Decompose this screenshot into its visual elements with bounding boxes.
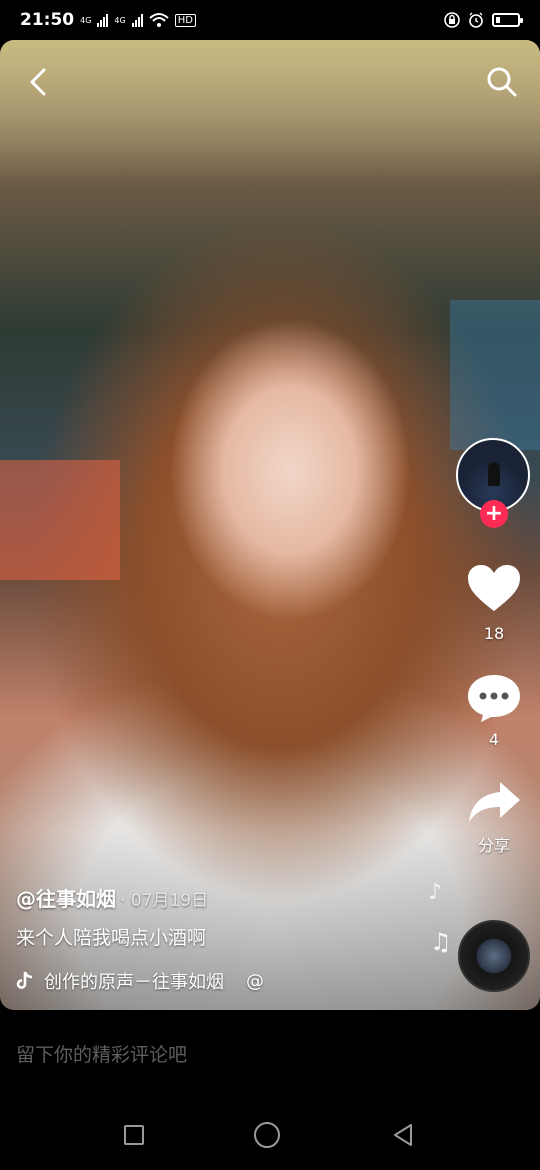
signal-icon-1 (97, 13, 109, 27)
follow-button[interactable]: + (480, 500, 508, 528)
caption-text: 来个人陪我喝点小酒啊 (16, 927, 207, 949)
video-player[interactable]: + 18 4 分享 @往事如烟 · 07月19日 来个人陪我喝点小酒啊 创作的原… (0, 40, 540, 1010)
status-time: 21:50 (20, 10, 75, 30)
music-note-icon: ♪ (428, 880, 443, 905)
alarm-icon (469, 12, 483, 28)
recents-button[interactable] (124, 1125, 144, 1145)
video-background-table (0, 460, 120, 580)
back-arrow-icon[interactable] (20, 62, 60, 102)
home-button[interactable] (254, 1122, 280, 1148)
video-background-window (450, 300, 540, 450)
hd-badge: HD (174, 13, 196, 27)
music-disc[interactable] (458, 920, 530, 992)
system-nav-bar (0, 1100, 540, 1170)
net-type-1: 4G (80, 15, 92, 25)
music-title[interactable]: 创作的原声－往事如烟 (44, 968, 224, 994)
comment-input[interactable]: 留下你的精彩评论吧 (16, 1040, 187, 1067)
share-label[interactable]: 分享 (464, 832, 524, 856)
like-count: 18 (483, 624, 505, 643)
status-right (444, 12, 523, 28)
music-line[interactable]: 创作的原声－往事如烟 @ (16, 968, 264, 994)
author-name[interactable]: @往事如烟 (16, 883, 116, 912)
music-note-icon-2: ♫ (430, 928, 452, 956)
search-icon[interactable] (482, 62, 522, 102)
post-date: · 07月19日 (120, 891, 209, 911)
video-background-vines (0, 40, 540, 180)
wifi-icon (149, 13, 169, 27)
net-type-2: 4G (114, 15, 126, 25)
author-line: @往事如烟 · 07月19日 (16, 883, 208, 912)
rotation-lock-icon (444, 12, 460, 28)
share-icon[interactable] (466, 778, 522, 826)
comment-icon[interactable] (466, 672, 522, 724)
signal-icon-2 (131, 13, 143, 27)
battery-icon (492, 13, 523, 27)
heart-icon[interactable] (466, 563, 522, 615)
music-at: @ (246, 970, 264, 992)
comment-count: 4 (488, 730, 500, 749)
tiktok-note-icon (16, 971, 33, 989)
back-button[interactable] (390, 1122, 416, 1148)
status-bar: 21:50 4G 4G HD (0, 0, 540, 40)
status-left: 21:50 4G 4G HD (20, 10, 196, 30)
